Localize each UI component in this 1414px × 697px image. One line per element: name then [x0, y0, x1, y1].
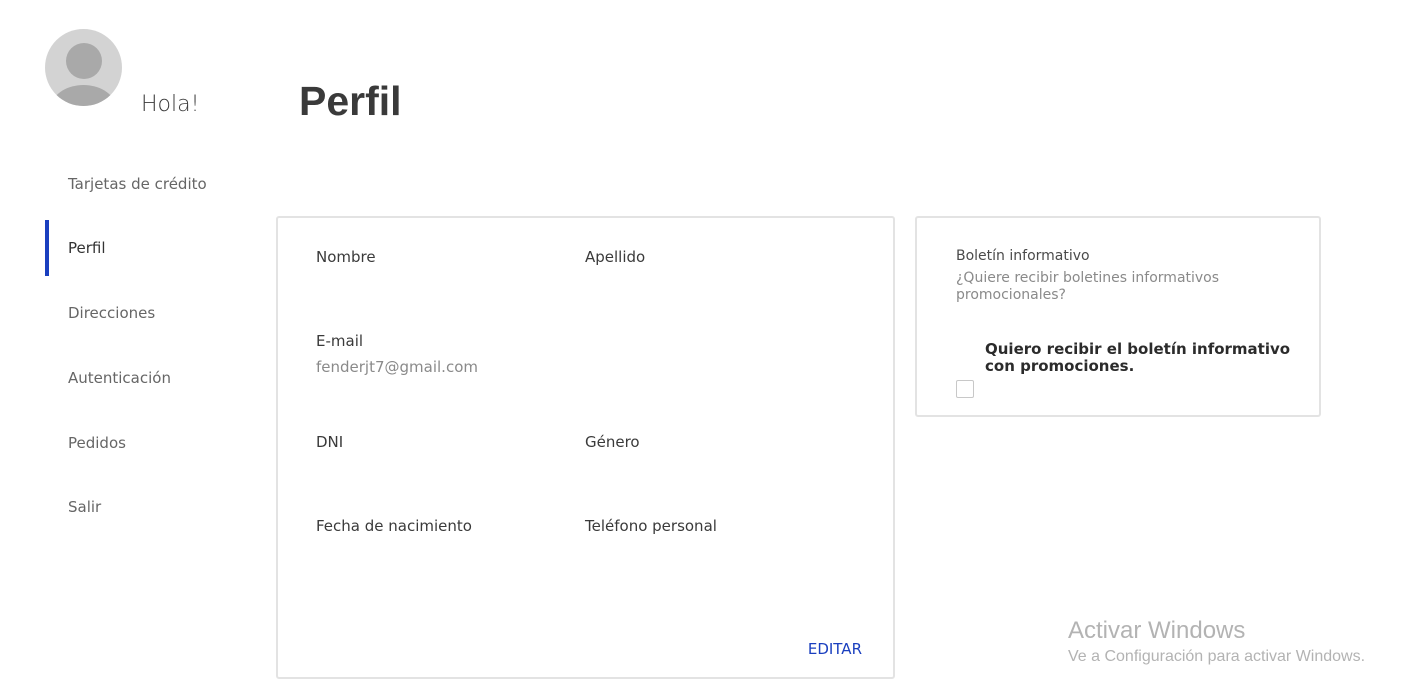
page-title: Perfil	[299, 78, 402, 124]
apellido-label: Apellido	[585, 248, 646, 266]
nombre-label: Nombre	[316, 248, 376, 266]
avatar	[45, 29, 122, 106]
windows-activation-subtitle: Ve a Configuración para activar Windows.	[1068, 648, 1366, 665]
newsletter-title: Boletín informativo	[956, 248, 1090, 264]
avatar-body	[50, 85, 117, 106]
telefono-label: Teléfono personal	[585, 517, 717, 535]
sidebar-item-autenticacion[interactable]: Autenticación	[45, 350, 245, 406]
newsletter-checkbox[interactable]	[956, 380, 974, 398]
sidebar-item-salir[interactable]: Salir	[45, 479, 245, 535]
edit-button[interactable]: EDITAR	[808, 640, 862, 658]
profile-card: Nombre Apellido E-mail fenderjt7@gmail.c…	[276, 216, 895, 679]
avatar-head	[66, 43, 102, 79]
newsletter-card: Boletín informativo ¿Quiere recibir bole…	[915, 216, 1321, 417]
greeting: Hola!	[141, 92, 200, 117]
sidebar-item-direcciones[interactable]: Direcciones	[45, 285, 245, 341]
newsletter-description: ¿Quiere recibir boletines informativos p…	[956, 270, 1220, 303]
email-value: fenderjt7@gmail.com	[316, 358, 478, 376]
sidebar-item-perfil[interactable]: Perfil	[45, 220, 245, 276]
sidebar-item-tarjetas[interactable]: Tarjetas de crédito	[45, 156, 245, 212]
newsletter-option-label[interactable]: Quiero recibir el boletín informativo co…	[985, 341, 1295, 375]
email-label: E-mail	[316, 332, 364, 350]
sidebar-item-pedidos[interactable]: Pedidos	[45, 415, 245, 471]
dni-label: DNI	[316, 433, 344, 451]
windows-activation-title: Activar Windows	[1068, 617, 1246, 644]
genero-label: Género	[585, 433, 640, 451]
fecha-nacimiento-label: Fecha de nacimiento	[316, 517, 472, 535]
